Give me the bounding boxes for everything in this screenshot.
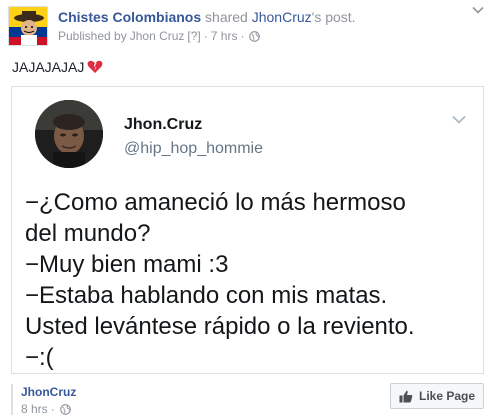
share-footer: JhonCruz 8 hrs · Like Page — [11, 381, 484, 417]
like-page-label: Like Page — [418, 389, 476, 403]
chevron-down-icon — [452, 115, 466, 124]
source-suffix: 's post. — [311, 9, 356, 25]
published-by-link[interactable]: Jhon Cruz — [130, 29, 185, 43]
like-page-button[interactable]: Like Page — [390, 383, 484, 409]
shared-post-card[interactable]: Jhon.Cruz @hip_hop_hommie −¿Como amaneci… — [11, 86, 484, 374]
meta-separator: · — [203, 29, 208, 43]
tweet-line: −Estaba hablando con mis matas. — [25, 282, 388, 309]
post-options-chevron-icon[interactable] — [472, 6, 484, 14]
globe-icon[interactable] — [59, 403, 71, 415]
published-prefix: Published by — [58, 29, 127, 43]
post-meta: Published by Jhon Cruz [?] · 7 hrs · — [58, 29, 261, 43]
tweet-line: Usted levántese rápido o la revientο. — [25, 313, 415, 340]
footer-source-name-link[interactable]: JhonCruz — [21, 385, 76, 399]
globe-icon[interactable] — [249, 30, 261, 42]
post-text-content: JAJAJAJAJ — [12, 59, 85, 75]
post-header: Chistes Colombianos shared JhonCruz's po… — [8, 4, 486, 46]
footer-divider — [11, 384, 13, 415]
post-timestamp[interactable]: 7 hrs — [211, 29, 238, 43]
tweet-author-handle: @hip_hop_hommie — [124, 140, 263, 157]
meta-separator-2: · — [240, 29, 245, 43]
page-avatar[interactable] — [8, 6, 48, 46]
tweet-line: −Muy bien mami :3 — [25, 251, 229, 278]
tweet-body: −¿Como amaneció lo más hermoso del mundo… — [25, 187, 480, 373]
shared-text: shared — [205, 9, 248, 25]
footer-meta: 8 hrs · — [21, 402, 71, 416]
thumbs-up-icon — [399, 390, 413, 402]
source-name-link[interactable]: JhonCruz — [252, 9, 312, 25]
published-marker[interactable]: [?] — [187, 29, 200, 43]
page-avatar-image — [9, 7, 47, 45]
broken-heart-icon — [87, 60, 103, 73]
tweet-author-name: Jhon.Cruz — [124, 116, 203, 133]
footer-separator: · — [50, 402, 55, 416]
tweet-line: −:( — [25, 344, 54, 371]
tweet-avatar — [35, 100, 103, 168]
tweet-avatar-image — [35, 100, 103, 168]
post-text: JAJAJAJAJ — [12, 59, 103, 75]
tweet-line: −¿Como amaneció lo más hermoso — [25, 189, 406, 216]
post-attribution: Chistes Colombianos shared JhonCruz's po… — [58, 9, 356, 25]
tweet-line: del mundo? — [25, 220, 151, 247]
footer-timestamp[interactable]: 8 hrs — [21, 402, 48, 416]
page-name-link[interactable]: Chistes Colombianos — [58, 9, 201, 25]
